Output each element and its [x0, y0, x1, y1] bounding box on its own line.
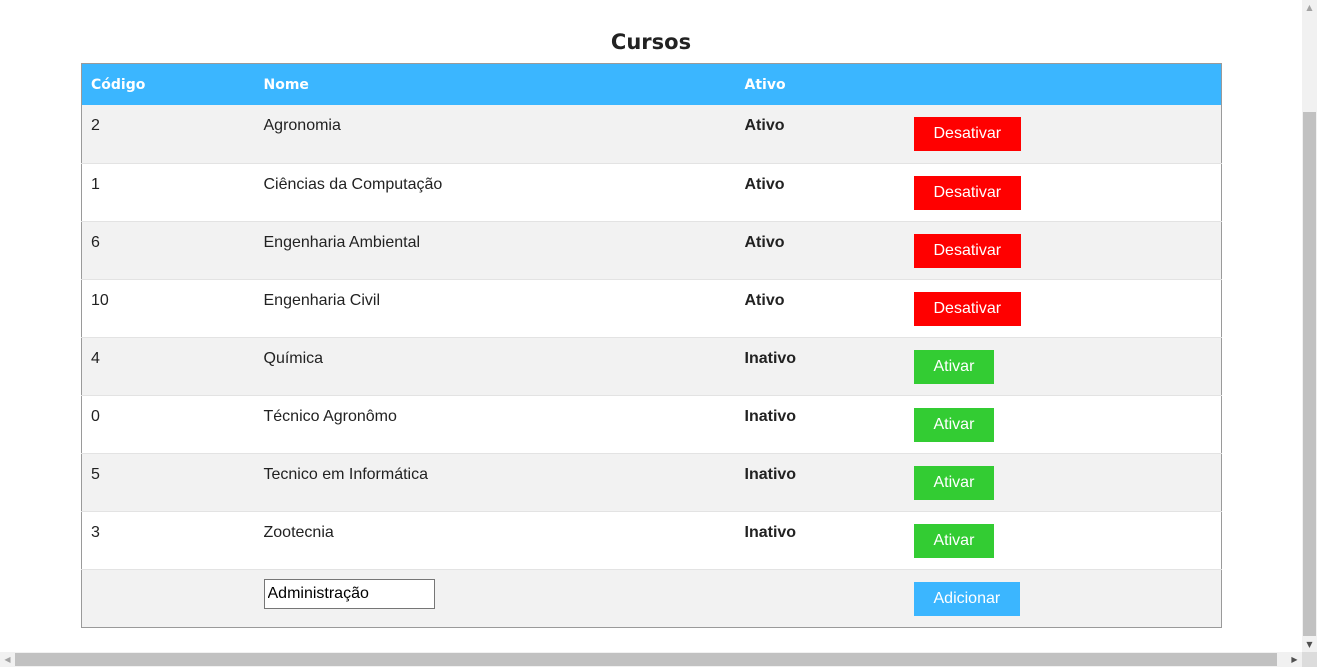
- table-body: 2 Agronomia Ativo Desativar 1 Ciências d…: [81, 105, 1222, 627]
- course-code: 1: [81, 163, 255, 222]
- column-header-name: Nome: [254, 63, 736, 105]
- deactivate-button[interactable]: Desativar: [913, 117, 1022, 151]
- course-code: 4: [81, 337, 255, 396]
- table-row: 0 Técnico Agronômo Inativo Ativar: [81, 395, 1222, 454]
- action-cell: Desativar: [904, 105, 1222, 164]
- action-cell: Desativar: [904, 163, 1222, 222]
- action-cell: Desativar: [904, 221, 1222, 280]
- scroll-down-icon[interactable]: ▼: [1302, 637, 1317, 652]
- column-header-actions: [904, 63, 1222, 105]
- course-status: Inativo: [735, 453, 905, 512]
- table-row: 10 Engenharia Civil Ativo Desativar: [81, 279, 1222, 338]
- empty-status-cell: [735, 569, 905, 627]
- course-name: Engenharia Ambiental: [254, 221, 736, 280]
- deactivate-button[interactable]: Desativar: [913, 291, 1022, 326]
- empty-code-cell: [81, 569, 255, 627]
- activate-button[interactable]: Ativar: [913, 407, 995, 442]
- column-header-code: Código: [81, 63, 255, 105]
- page-title: Cursos: [610, 30, 692, 54]
- table-row: 2 Agronomia Ativo Desativar: [81, 105, 1222, 164]
- activate-button[interactable]: Ativar: [913, 465, 995, 500]
- scroll-right-icon[interactable]: ▶: [1287, 652, 1302, 667]
- horizontal-scroll-thumb[interactable]: [15, 653, 1277, 666]
- course-name: Tecnico em Informática: [254, 453, 736, 512]
- page: Cursos Código Nome Ativo 2 Agronomia Ati…: [0, 0, 1317, 667]
- course-code: 0: [81, 395, 255, 454]
- table-header-row: Código Nome Ativo: [81, 63, 1222, 105]
- course-code: 6: [81, 221, 255, 280]
- course-status: Ativo: [735, 279, 905, 338]
- new-course-name-input[interactable]: [263, 578, 435, 609]
- scroll-left-icon[interactable]: ◀: [0, 652, 15, 667]
- main-content: Cursos Código Nome Ativo 2 Agronomia Ati…: [81, 0, 1222, 628]
- course-status: Ativo: [735, 105, 905, 164]
- table-row: 5 Tecnico em Informática Inativo Ativar: [81, 453, 1222, 512]
- action-cell: Ativar: [904, 337, 1222, 396]
- course-name: Técnico Agronômo: [254, 395, 736, 454]
- table-row: 6 Engenharia Ambiental Ativo Desativar: [81, 221, 1222, 280]
- vertical-scrollbar[interactable]: ▲ ▼: [1302, 0, 1317, 652]
- activate-button[interactable]: Ativar: [913, 523, 995, 558]
- course-code: 3: [81, 511, 255, 570]
- course-name: Agronomia: [254, 105, 736, 164]
- deactivate-button[interactable]: Desativar: [913, 175, 1022, 210]
- course-name: Ciências da Computação: [254, 163, 736, 222]
- scroll-up-icon[interactable]: ▲: [1302, 0, 1317, 15]
- deactivate-button[interactable]: Desativar: [913, 233, 1022, 268]
- scrollbar-corner: [1302, 652, 1317, 667]
- table-row: 4 Química Inativo Ativar: [81, 337, 1222, 396]
- column-header-active: Ativo: [735, 63, 905, 105]
- course-status: Ativo: [735, 221, 905, 280]
- horizontal-scrollbar[interactable]: ◀ ▶: [0, 652, 1302, 667]
- action-cell: Ativar: [904, 395, 1222, 454]
- table-row: 1 Ciências da Computação Ativo Desativar: [81, 163, 1222, 222]
- vertical-scroll-thumb[interactable]: [1303, 112, 1316, 636]
- action-cell: Adicionar: [904, 569, 1222, 627]
- course-code: 5: [81, 453, 255, 512]
- courses-table: Código Nome Ativo 2 Agronomia Ativo Desa…: [81, 63, 1222, 628]
- course-status: Ativo: [735, 163, 905, 222]
- course-status: Inativo: [735, 511, 905, 570]
- course-name: Química: [254, 337, 736, 396]
- action-cell: Ativar: [904, 511, 1222, 570]
- course-status: Inativo: [735, 337, 905, 396]
- add-button[interactable]: Adicionar: [913, 581, 1021, 616]
- course-status: Inativo: [735, 395, 905, 454]
- action-cell: Desativar: [904, 279, 1222, 338]
- table-row: 3 Zootecnia Inativo Ativar: [81, 511, 1222, 570]
- new-course-cell: [254, 569, 736, 627]
- activate-button[interactable]: Ativar: [913, 349, 995, 384]
- add-course-row: Adicionar: [81, 569, 1222, 627]
- course-name: Zootecnia: [254, 511, 736, 570]
- action-cell: Ativar: [904, 453, 1222, 512]
- course-code: 2: [81, 105, 255, 164]
- course-code: 10: [81, 279, 255, 338]
- course-name: Engenharia Civil: [254, 279, 736, 338]
